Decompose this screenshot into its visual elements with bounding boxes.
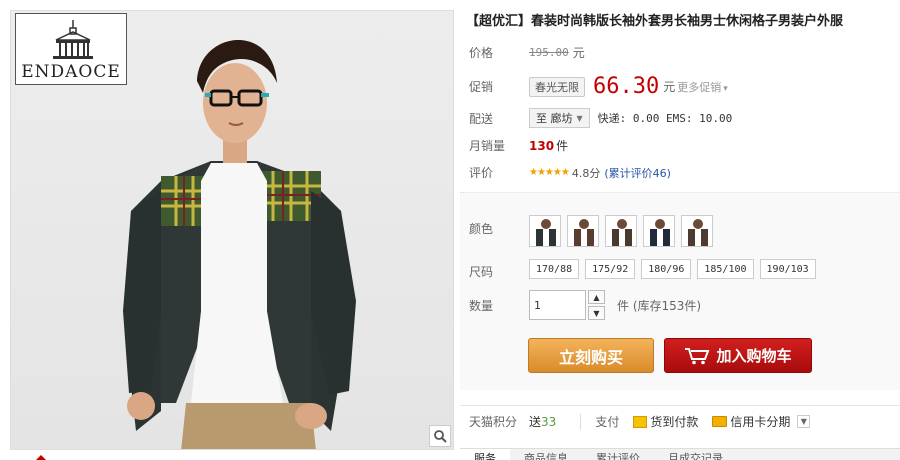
monthly-sales-unit: 件 <box>556 139 569 153</box>
stock-count: (库存153件) <box>632 298 702 313</box>
monthly-sales-count: 130 <box>529 138 555 153</box>
quantity-row: 数量 ▲ ▼ 件 (库存153件) <box>469 290 701 320</box>
zoom-button[interactable] <box>429 425 451 447</box>
color-swatch[interactable] <box>605 215 637 247</box>
quantity-unit: 件 (库存153件) <box>617 298 702 313</box>
size-options: 170/88 175/92 180/96 185/100 190/103 <box>529 259 816 279</box>
credit-label: 信用卡分期 <box>730 415 791 429</box>
add-to-cart-button[interactable]: 加入购物车 <box>664 338 812 373</box>
rating-stars-icon: ★★★★★ <box>529 167 570 178</box>
monthly-sales-label: 月销量 <box>469 139 506 153</box>
color-swatch[interactable] <box>567 215 599 247</box>
payment-label: 支付 <box>595 415 620 429</box>
decrease-qty-button[interactable]: ▼ <box>588 306 605 320</box>
more-promos-link[interactable]: 更多促销 <box>677 79 728 95</box>
price-row: 价格 195.00 元 <box>469 44 585 61</box>
color-label: 颜色 <box>469 222 494 236</box>
shipping-fee-info: 快递: 0.00 EMS: 10.00 <box>597 112 733 125</box>
quantity-stepper: ▲ ▼ <box>588 290 605 320</box>
rating-label: 评价 <box>469 166 494 180</box>
price-unit: 元 <box>572 46 585 60</box>
sales-row: 月销量 130 件 <box>469 137 568 154</box>
original-price: 195.00 <box>529 46 569 59</box>
cod-label: 货到付款 <box>650 415 699 429</box>
service-bar: 天猫积分 送33 支付 货到付款 信用卡分期 ▼ <box>460 405 900 437</box>
detail-tabs: 服务 商品信息 累计评价 月成交记录 <box>460 448 900 460</box>
size-option[interactable]: 175/92 <box>585 259 636 279</box>
promo-label: 促销 <box>469 80 494 94</box>
promo-unit: 元 <box>663 80 676 94</box>
credit-card-icon <box>712 416 728 427</box>
reviews-link[interactable]: (累计评价46) <box>604 167 671 180</box>
shipping-row: 配送 至 廊坊 ▼ 快递: 0.00 EMS: 10.00 <box>469 108 732 128</box>
chevron-down-icon[interactable]: ▼ <box>797 415 811 428</box>
increase-qty-button[interactable]: ▲ <box>588 290 605 304</box>
buy-now-button[interactable]: 立刻购买 <box>528 338 654 373</box>
shipping-location-text: 至 廊坊 <box>536 112 573 125</box>
size-label: 尺码 <box>469 265 494 279</box>
shipping-location-select[interactable]: 至 廊坊 ▼ <box>529 108 590 128</box>
promo-row: 促销 春光无限 66.30 元 更多促销 <box>469 74 728 99</box>
size-option[interactable]: 190/103 <box>759 259 816 279</box>
cod-option[interactable]: 货到付款 <box>633 413 698 430</box>
points-label: 天猫积分 <box>469 415 518 429</box>
credit-installment-option[interactable]: 信用卡分期 ▼ <box>712 413 811 430</box>
shipping-label: 配送 <box>469 111 494 126</box>
size-option[interactable]: 185/100 <box>697 259 754 279</box>
size-option[interactable]: 180/96 <box>641 259 692 279</box>
tab-reviews[interactable]: 累计评价 <box>582 449 654 460</box>
rating-row: 评价 ★★★★★ 4.8分 (累计评价46) <box>469 164 671 181</box>
quantity-input[interactable] <box>529 290 586 320</box>
size-option[interactable]: 170/88 <box>529 259 580 279</box>
tab-monthly-deals[interactable]: 月成交记录 <box>654 449 737 460</box>
add-to-cart-label: 加入购物车 <box>716 347 792 365</box>
shopping-cart-icon <box>685 347 710 364</box>
tab-service[interactable]: 服务 <box>460 449 510 460</box>
price-label: 价格 <box>469 46 494 60</box>
divider <box>580 413 582 430</box>
color-swatches <box>529 215 713 247</box>
rating-score: 4.8分 <box>571 166 601 180</box>
model-photo <box>123 39 356 449</box>
product-main-image[interactable]: ENDAOCE <box>10 10 454 450</box>
thumbnail-pointer-icon <box>36 455 46 460</box>
promo-price: 66.30 <box>593 74 660 99</box>
points-value: 送33 <box>529 415 557 429</box>
quantity-label: 数量 <box>469 298 494 313</box>
chevron-down-icon: ▼ <box>576 113 583 123</box>
product-title: 【超优汇】春装时尚韩版长袖外套男长袖男士休闲格子男装户外服 <box>466 14 844 29</box>
cod-icon <box>633 415 648 428</box>
color-swatch[interactable] <box>643 215 675 247</box>
promo-tag: 春光无限 <box>529 76 585 97</box>
color-swatch[interactable] <box>529 215 561 247</box>
magnifier-icon <box>434 430 447 443</box>
tab-product-info[interactable]: 商品信息 <box>510 449 582 460</box>
color-swatch[interactable] <box>681 215 713 247</box>
